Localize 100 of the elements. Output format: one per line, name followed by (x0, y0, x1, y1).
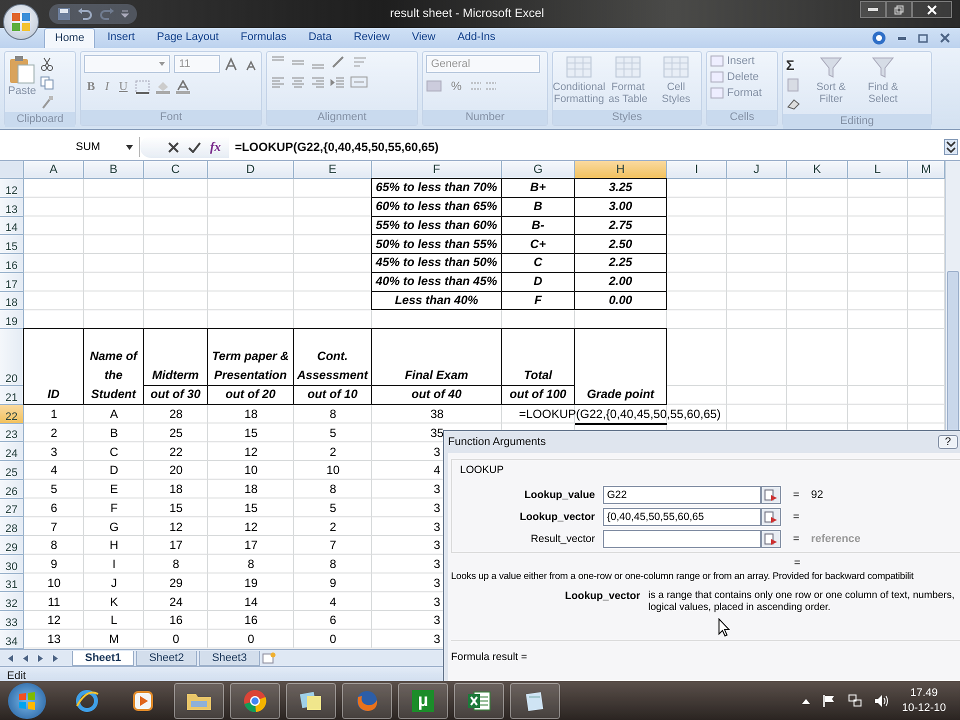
row-header[interactable]: 18 (0, 292, 24, 310)
function-name: LOOKUP (460, 464, 504, 476)
column-header[interactable]: H (575, 161, 667, 179)
insert-sheet-icon[interactable] (262, 652, 276, 664)
row-header[interactable]: 30 (0, 554, 24, 574)
flag-icon[interactable] (822, 694, 836, 708)
row-header[interactable]: 25 (0, 461, 24, 480)
taskbar-app[interactable] (174, 682, 224, 718)
column-header[interactable]: E (294, 161, 372, 179)
row-header[interactable]: 13 (0, 198, 24, 216)
row-header[interactable]: 14 (0, 216, 24, 236)
save-icon[interactable] (57, 7, 71, 21)
row-header[interactable]: 26 (0, 480, 24, 498)
round-logo-icon (242, 688, 268, 714)
ribbon-tab[interactable]: Review (344, 28, 400, 48)
argument-field[interactable] (603, 530, 761, 548)
customize-icon[interactable] (121, 10, 129, 18)
table-cell: 65% to less than 70% (371, 178, 502, 198)
row-header[interactable]: 32 (0, 592, 24, 611)
column-header[interactable]: B (84, 161, 144, 179)
undo-icon[interactable] (77, 7, 93, 21)
row-header[interactable]: 15 (0, 235, 24, 254)
row-header[interactable]: 22 (0, 404, 24, 424)
collapse-dialog-icon[interactable] (761, 530, 781, 548)
column-header[interactable]: I (667, 161, 727, 179)
row-header[interactable]: 33 (0, 611, 24, 630)
globe-icon (74, 688, 100, 714)
network-icon[interactable] (848, 694, 862, 708)
name-box[interactable]: SUM (0, 137, 140, 157)
argument-field[interactable]: G22 (603, 486, 761, 504)
column-header[interactable]: A (24, 161, 84, 179)
row-header[interactable]: 21 (0, 386, 24, 405)
table-cell: 16 (169, 613, 183, 628)
show-hidden-icon[interactable] (802, 698, 810, 704)
speaker-icon[interactable] (874, 694, 890, 708)
help-icon[interactable] (872, 31, 886, 45)
column-header[interactable]: D (208, 161, 294, 179)
formula-input[interactable]: =LOOKUP(G22,{0,40,45,50,55,60,65) (234, 140, 439, 154)
row-header[interactable]: 20 (0, 329, 24, 386)
column-header[interactable]: J (727, 161, 787, 179)
ribbon-tab[interactable]: Formulas (230, 28, 296, 48)
table-cell: 18 (244, 482, 258, 496)
start-button[interactable] (8, 682, 46, 718)
row-header[interactable]: 31 (0, 574, 24, 592)
row-header[interactable]: 27 (0, 498, 24, 518)
sheet-tab[interactable]: Sheet1 (72, 650, 134, 666)
taskbar-app[interactable]: µ (398, 682, 448, 718)
table-cell: 28 (169, 407, 183, 422)
table-cell: 15 (244, 426, 258, 440)
row-header[interactable]: 23 (0, 424, 24, 442)
sheet-tab[interactable]: Sheet2 (136, 650, 197, 666)
table-cell: 40% to less than 45% (371, 272, 502, 292)
clock-date[interactable]: 10-12-10 (902, 700, 946, 716)
cancel-icon[interactable] (168, 142, 179, 152)
table-cell: 38 (430, 407, 444, 422)
row-header[interactable]: 29 (0, 536, 24, 555)
taskbar-app[interactable] (286, 682, 336, 718)
ribbon-tab[interactable]: Data (298, 28, 342, 48)
ribbon-tab[interactable]: View (402, 28, 446, 48)
column-header[interactable]: F (372, 161, 502, 179)
row-header[interactable]: 34 (0, 630, 24, 648)
clock-time[interactable]: 17.49 (910, 686, 938, 700)
column-header[interactable]: G (502, 161, 575, 179)
cells-icon (710, 87, 724, 99)
minimize-button[interactable] (860, 1, 886, 18)
column-header[interactable]: L (848, 161, 908, 179)
restore-button[interactable] (886, 1, 912, 18)
restore-icon[interactable] (918, 33, 928, 43)
table-cell: 0 (172, 632, 180, 646)
row-header[interactable]: 19 (0, 310, 24, 329)
row-header[interactable]: 16 (0, 254, 24, 273)
sheet-tab[interactable]: Sheet3 (198, 650, 260, 666)
row-header[interactable]: 28 (0, 517, 24, 536)
close-button[interactable] (912, 1, 952, 18)
ribbon-tab[interactable]: Add-Ins (447, 28, 506, 48)
expand-icon[interactable] (944, 139, 958, 155)
column-header[interactable]: C (144, 161, 208, 179)
table-cell: 9 (50, 557, 58, 572)
row-header[interactable]: 12 (0, 179, 24, 198)
ribbon-tab[interactable]: Insert (97, 28, 145, 48)
table-cell: 5 (50, 482, 58, 496)
collapse-dialog-icon[interactable] (761, 486, 781, 504)
help-button[interactable]: ? (938, 435, 958, 449)
check-icon[interactable] (188, 142, 201, 152)
ribbon-tab[interactable]: Home (44, 28, 96, 48)
column-header[interactable]: K (787, 161, 848, 179)
column-header[interactable]: M (908, 161, 945, 179)
close-icon[interactable] (940, 33, 950, 43)
insert-function-button[interactable]: fx (210, 139, 221, 155)
taskbar-app[interactable] (454, 682, 504, 718)
office-button[interactable] (3, 4, 39, 40)
taskbar-app[interactable] (510, 682, 560, 718)
argument-field[interactable]: {0,40,45,50,55,60,65 (603, 508, 761, 526)
status-text: Edit (7, 670, 26, 682)
row-header[interactable]: 17 (0, 272, 24, 292)
ribbon-tab[interactable]: Page Layout (146, 28, 229, 48)
taskbar-app[interactable] (230, 682, 280, 718)
collapse-dialog-icon[interactable] (761, 508, 781, 526)
minimize-icon[interactable] (898, 36, 906, 40)
row-header[interactable]: 24 (0, 442, 24, 461)
